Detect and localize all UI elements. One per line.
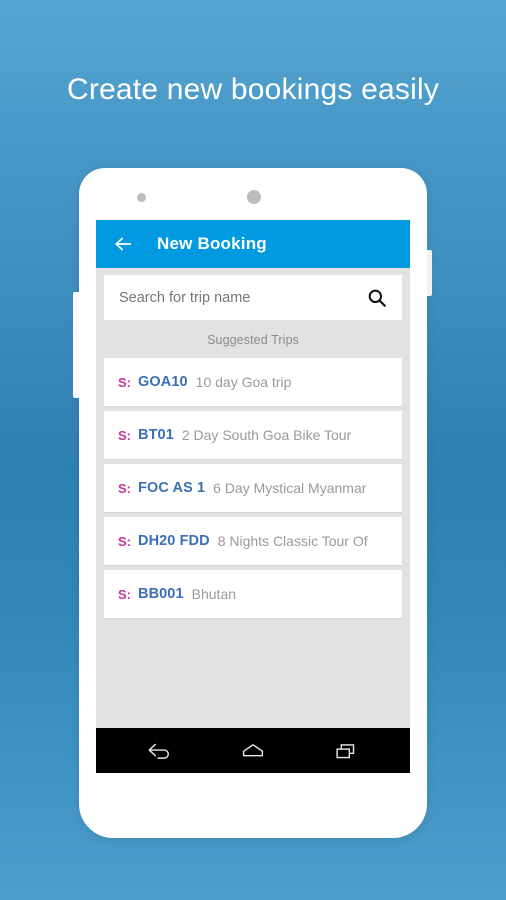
power-button[interactable] bbox=[427, 250, 432, 296]
trip-code: GOA10 bbox=[138, 374, 188, 390]
trip-code: BB001 bbox=[138, 586, 184, 602]
trip-prefix: S: bbox=[118, 480, 131, 496]
trip-description: 8 Nights Classic Tour Of bbox=[217, 533, 368, 549]
android-navigation-bar bbox=[96, 728, 410, 773]
trip-description: 10 day Goa trip bbox=[195, 374, 292, 390]
suggested-trips-list: S: GOA10 10 day Goa trip S: BT01 2 Day S… bbox=[104, 358, 402, 618]
list-item[interactable]: S: GOA10 10 day Goa trip bbox=[104, 358, 402, 406]
search-input[interactable] bbox=[119, 289, 360, 306]
search-bar[interactable] bbox=[104, 275, 402, 320]
trip-prefix: S: bbox=[118, 533, 131, 549]
volume-rocker-button[interactable] bbox=[73, 292, 79, 398]
search-icon[interactable] bbox=[366, 287, 388, 309]
trip-description: Bhutan bbox=[191, 586, 237, 602]
arrow-left-icon[interactable] bbox=[112, 233, 134, 255]
trip-code: FOC AS 1 bbox=[138, 480, 206, 496]
trip-prefix: S: bbox=[118, 374, 131, 390]
trip-prefix: S: bbox=[118, 427, 131, 443]
list-item[interactable]: S: FOC AS 1 6 Day Mystical Myanmar bbox=[104, 464, 402, 512]
nav-home-icon[interactable] bbox=[238, 739, 268, 763]
section-label: Suggested Trips bbox=[207, 333, 299, 347]
app-bar-title: New Booking bbox=[157, 234, 267, 253]
phone-device-frame: New Booking Suggested Trips S: GOA10 10 … bbox=[73, 168, 432, 838]
list-item[interactable]: S: BB001 Bhutan bbox=[104, 570, 402, 618]
earpiece-dot-icon bbox=[247, 190, 261, 204]
list-item[interactable]: S: DH20 FDD 8 Nights Classic Tour Of bbox=[104, 517, 402, 565]
trip-code: DH20 FDD bbox=[138, 533, 210, 549]
screen-content: Suggested Trips S: GOA10 10 day Goa trip… bbox=[96, 268, 410, 728]
camera-dot-icon bbox=[137, 193, 146, 202]
list-item[interactable]: S: BT01 2 Day South Goa Bike Tour bbox=[104, 411, 402, 459]
trip-prefix: S: bbox=[118, 586, 131, 602]
page-headline: Create new bookings easily bbox=[66, 73, 440, 106]
trip-code: BT01 bbox=[138, 427, 174, 443]
trip-description: 6 Day Mystical Myanmar bbox=[213, 480, 367, 496]
app-bar: New Booking bbox=[96, 220, 410, 268]
nav-back-icon[interactable] bbox=[145, 739, 175, 763]
phone-screen: New Booking Suggested Trips S: GOA10 10 … bbox=[96, 220, 410, 773]
nav-recents-icon[interactable] bbox=[331, 739, 361, 763]
trip-description: 2 Day South Goa Bike Tour bbox=[181, 427, 352, 443]
